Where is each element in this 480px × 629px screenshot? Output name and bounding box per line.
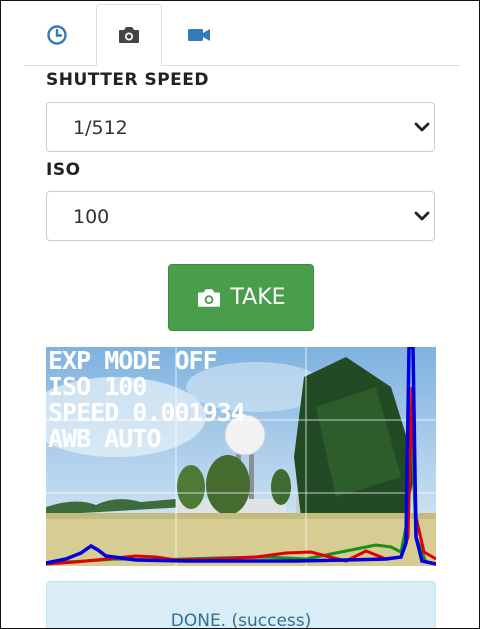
clock-icon: [47, 24, 67, 45]
iso-select[interactable]: 100: [46, 191, 435, 241]
camera-icon: [119, 27, 139, 43]
overlay-exp-mode: EXP MODE OFF: [48, 347, 217, 375]
tab-timelapse[interactable]: [24, 4, 90, 65]
chevron-down-icon: [414, 122, 430, 132]
iso-label: ISO: [46, 160, 81, 180]
svg-text:EXP MODE OFF: EXP MODE OFF: [48, 347, 217, 375]
camera-icon: [198, 288, 221, 307]
mode-tabs: [24, 1, 460, 66]
svg-text:AWB AUTO: AWB AUTO: [48, 424, 160, 453]
iso-value: 100: [73, 206, 110, 228]
status-alert: DONE. (success): [46, 581, 436, 629]
shutter-speed-value: 1/512: [73, 117, 128, 139]
video-camera-icon: [188, 28, 210, 41]
status-text: DONE. (success): [170, 611, 312, 629]
svg-text:ISO 100: ISO 100: [48, 372, 146, 401]
svg-text:SPEED 0.001934: SPEED 0.001934: [48, 398, 245, 427]
overlay-iso: ISO 100: [48, 372, 146, 401]
camera-preview: EXP MODE OFF ISO 100 SPEED 0.001934 AWB …: [46, 347, 436, 566]
tab-photo[interactable]: [96, 4, 162, 66]
take-photo-button[interactable]: TAKE: [168, 264, 314, 331]
take-button-label: TAKE: [230, 285, 286, 310]
camera-panel: SHUTTER SPEED 1/512 ISO 100 TAKE EXP MOD…: [0, 0, 480, 629]
preview-image: EXP MODE OFF ISO 100 SPEED 0.001934 AWB …: [46, 347, 436, 566]
shutter-speed-select[interactable]: 1/512: [46, 102, 435, 152]
chevron-down-icon: [414, 211, 430, 221]
shutter-speed-label: SHUTTER SPEED: [46, 70, 210, 90]
overlay-speed: SPEED 0.001934: [48, 398, 245, 427]
tab-video[interactable]: [166, 4, 232, 65]
overlay-awb: AWB AUTO: [48, 424, 160, 453]
